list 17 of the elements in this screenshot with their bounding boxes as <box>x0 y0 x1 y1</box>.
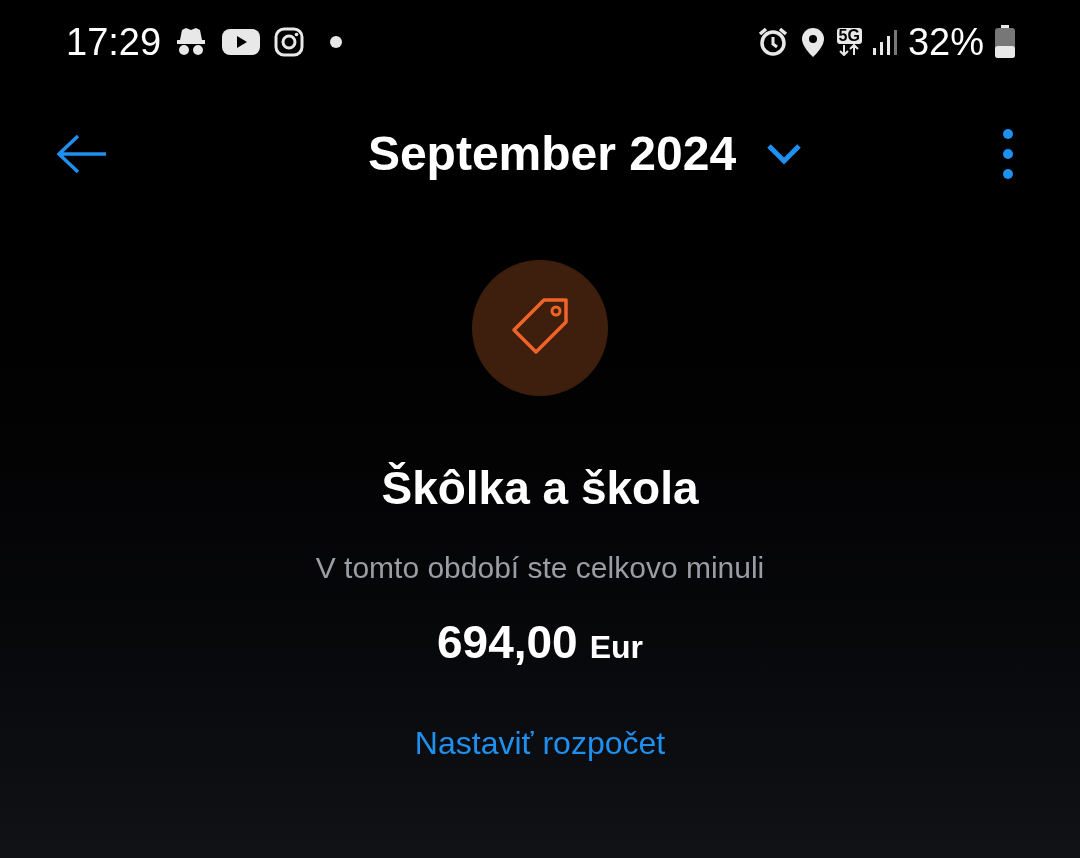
battery-icon <box>994 25 1016 59</box>
youtube-icon <box>221 27 262 57</box>
battery-percent: 32% <box>907 19 984 65</box>
currency-label: Eur <box>589 628 643 667</box>
signal-icon <box>871 28 898 56</box>
spent-label: V tomto období ste celkovo minuli <box>315 550 765 586</box>
category-name: Škôlka a škola <box>381 461 699 516</box>
amount-value: 694,00 <box>436 615 578 670</box>
alarm-icon <box>756 26 789 58</box>
instagram-icon <box>273 26 306 58</box>
status-time: 17:29 <box>66 19 162 65</box>
network-label: 5G <box>836 28 862 44</box>
more-button[interactable] <box>1002 128 1014 180</box>
chevron-down-icon <box>766 143 803 165</box>
dot-icon <box>329 35 344 49</box>
month-selector[interactable]: September 2024 <box>367 118 803 190</box>
set-budget-link[interactable]: Nastaviť rozpočet <box>414 719 666 767</box>
